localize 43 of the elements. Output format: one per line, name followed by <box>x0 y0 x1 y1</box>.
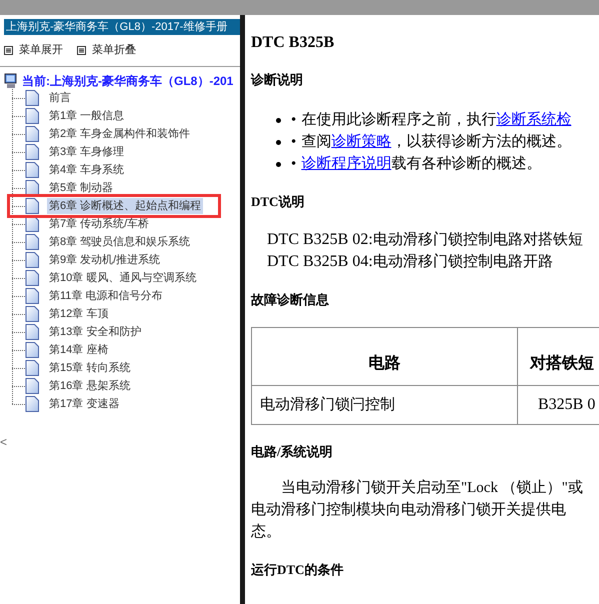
scroll-arrow[interactable]: < <box>0 433 240 451</box>
code-label: DTC B325B 04: <box>267 252 373 272</box>
tree-item[interactable]: 第1章 一般信息 <box>47 108 126 124</box>
tree-item[interactable]: 第3章 车身修理 <box>47 144 126 160</box>
tree-item[interactable]: 第12章 车顶 <box>47 306 110 322</box>
page-heading: DTC B325B <box>251 33 336 53</box>
link[interactable]: 诊断策略 <box>331 134 392 150</box>
link[interactable]: 诊断系统检 <box>496 112 572 128</box>
section-heading: 诊断说明 <box>251 71 304 89</box>
tree-item[interactable]: 第5章 制动器 <box>47 180 116 196</box>
tree-item[interactable]: 第9章 发动机/推进系统 <box>47 252 162 268</box>
paragraph: 当电动滑移门锁开关启动至"Lock （锁止）"或 电动滑移门控制模块向电动滑移门锁开关提供电 态。 <box>251 478 584 542</box>
tree-item[interactable]: 第16章 悬架系统 <box>47 378 132 394</box>
menu-button[interactable]: 菜单展开 <box>4 42 63 58</box>
list-item: • 查阅诊断策略，以获得诊断方法的概述。 <box>291 132 572 152</box>
section-heading: DTC说明 <box>251 193 306 211</box>
tree-item[interactable]: 第7章 传动系统/车桥 <box>47 216 152 232</box>
tree-item[interactable]: 第14章 座椅 <box>47 342 110 358</box>
code-description: 电动滑移门锁控制电路开路 <box>372 252 553 272</box>
list-item: • 在使用此诊断程序之前，执行诊断系统检 <box>291 110 572 130</box>
code-description: 电动滑移门锁控制电路对搭铁短 <box>372 230 583 250</box>
tree-item[interactable]: 第10章 暖风、通风与空调系统 <box>47 270 198 286</box>
list-item: • 诊断程序说明载有各种诊断的概述。 <box>291 154 542 174</box>
link[interactable]: 诊断程序说明 <box>301 156 392 172</box>
section-heading: 故障诊断信息 <box>251 291 330 309</box>
tree-item[interactable]: 第11章 电源和信号分布 <box>47 288 164 304</box>
column-header: 电路 <box>252 328 518 386</box>
code-label: DTC B325B 02: <box>267 230 373 250</box>
tree-item[interactable]: 第15章 转向系统 <box>47 360 132 376</box>
tree-item[interactable]: 第8章 驾驶员信息和娱乐系统 <box>47 234 192 250</box>
tree-item[interactable]: 第4章 车身系统 <box>47 162 126 178</box>
table-cell: 电动滑移门锁闩控制 <box>252 386 518 424</box>
section-heading: 电路/系统说明 <box>251 443 334 461</box>
section-heading: 运行DTC的条件 <box>251 561 344 579</box>
tree-root[interactable]: 当前:上海别克-豪华商务车（GL8）-201 <box>22 72 234 90</box>
tree-item[interactable]: 第17章 变速器 <box>47 396 122 412</box>
manual-title: 上海别克-豪华商务车（GL8）-2017-维修手册 <box>4 19 240 35</box>
column-header: 对搭铁短 <box>518 328 599 386</box>
tree-item[interactable]: 第2章 车身金属构件和装饰件 <box>47 126 192 142</box>
tree-item[interactable]: 第6章 诊断概述、起始点和编程 <box>47 198 204 214</box>
tree-item[interactable]: 前言 <box>47 90 73 106</box>
menu-button[interactable]: 菜单折叠 <box>77 42 136 58</box>
tree-item[interactable]: 第13章 安全和防护 <box>47 324 144 340</box>
